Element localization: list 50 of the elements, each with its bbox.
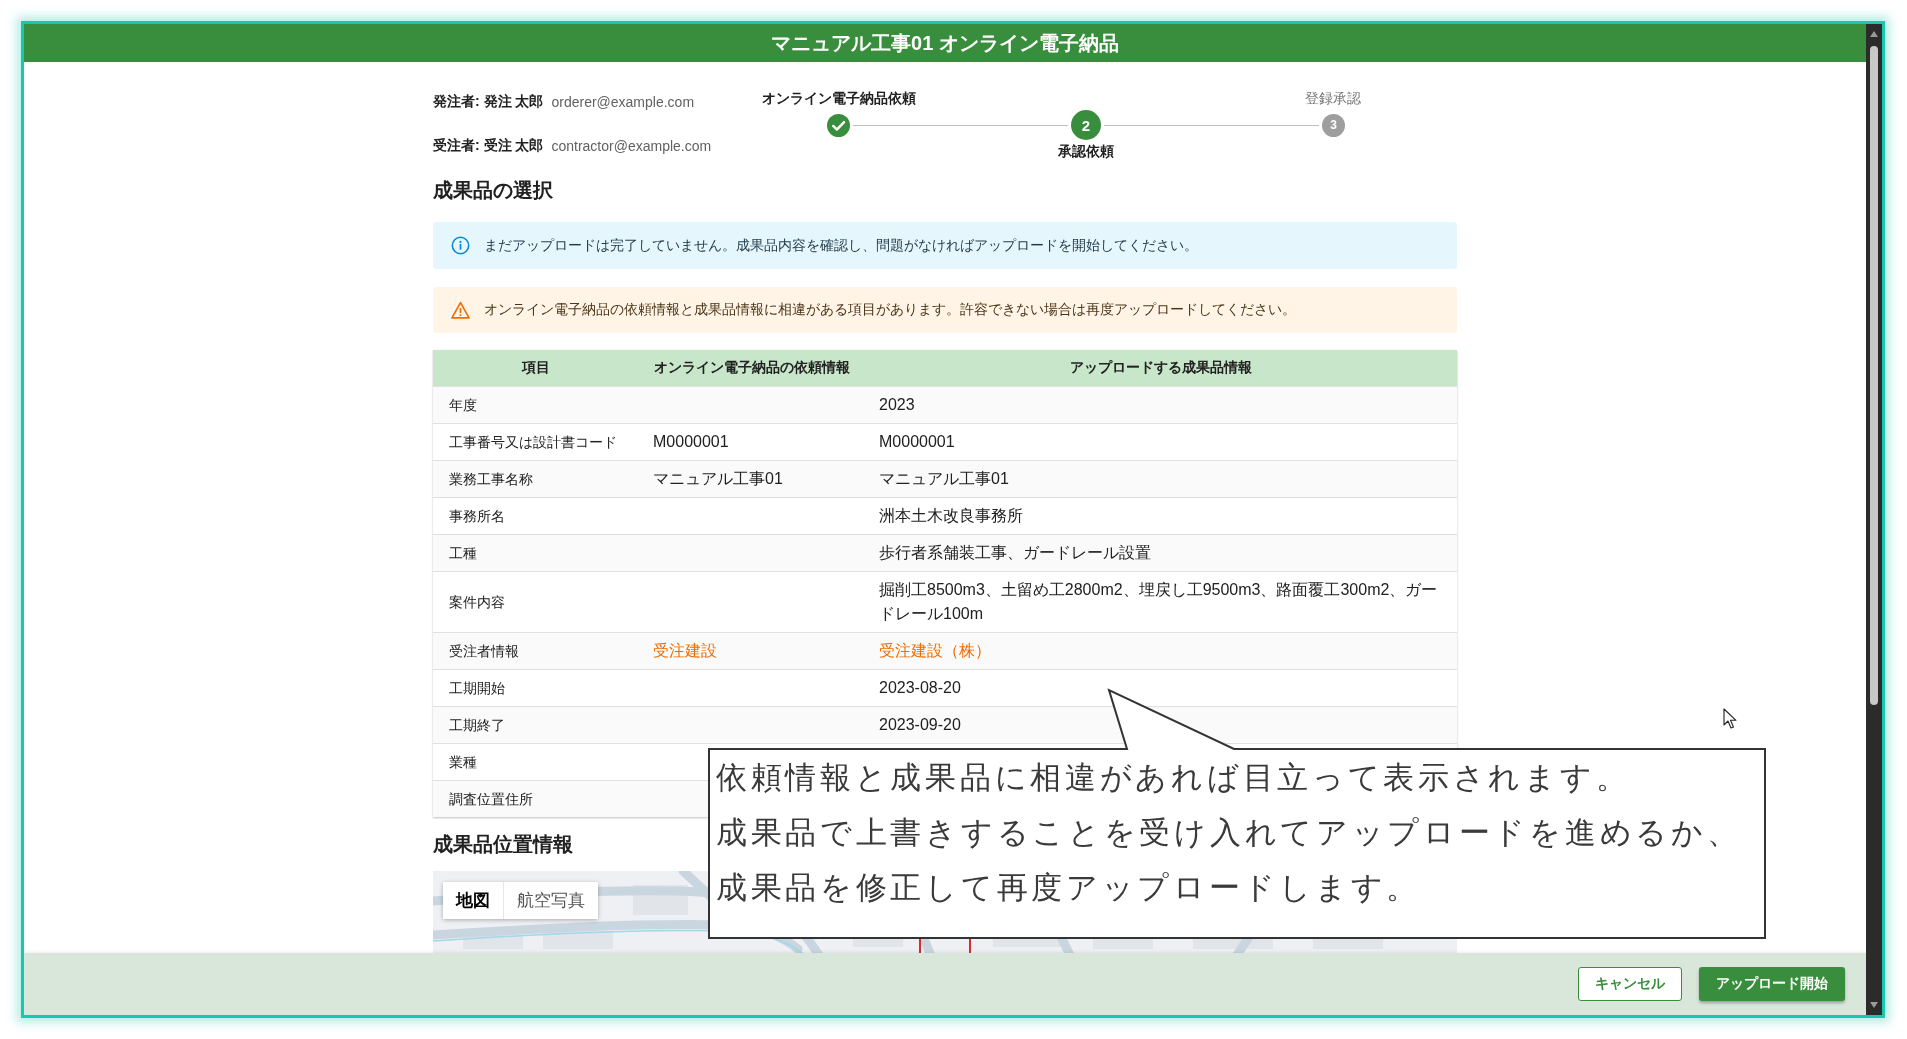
cancel-button[interactable]: キャンセル (1578, 967, 1682, 1001)
scrollbar-track[interactable] (1866, 24, 1882, 1015)
table-cell: 工種 (433, 534, 639, 572)
table-cell: 業種 (433, 743, 639, 781)
table-cell: 工期開始 (433, 669, 639, 707)
scroll-up-arrow-icon[interactable] (1870, 31, 1878, 37)
table-cell: 受注建設（株） (865, 632, 1457, 670)
table-cell: 調査位置住所 (433, 780, 639, 817)
table-cell: 年度 (433, 386, 639, 424)
table-cell: 歩行者系舗装工事、ガードレール設置 (865, 534, 1457, 572)
map-type-tab[interactable]: 航空写真 (503, 882, 598, 919)
step-label: オンライン電子納品依頼 (761, 90, 916, 106)
table-cell: 事務所名 (433, 497, 639, 535)
table-cell: 業務工事名称 (433, 460, 639, 498)
table-cell: M0000001 (865, 423, 1457, 461)
table-cell: M0000001 (639, 423, 865, 461)
upload-start-button[interactable]: アップロード開始 (1699, 967, 1845, 1001)
scrollbar-thumb[interactable] (1870, 46, 1878, 705)
column-header: オンライン電子納品の依頼情報 (639, 350, 865, 387)
callout-text: 依頼情報と成果品に相違があれば目立って表示されます。 成果品で上書きすることを受け入れてアップロードを進めるか、 成果品を修正して再度アップロードします。 (716, 760, 1742, 906)
table-cell: マニュアル工事01 (865, 460, 1457, 498)
party-name: 受注者: 受注 太郎 (433, 137, 544, 155)
alert-text: オンライン電子納品の依頼情報と成果品情報に相違がある項目があります。許容できない場合は再度アップロードしてください。 (484, 301, 1296, 319)
section-heading: 成果品位置情報 (433, 832, 573, 857)
table-cell: 工期終了 (433, 706, 639, 744)
table-cell: 受注者情報 (433, 632, 639, 670)
column-header: 項目 (433, 350, 639, 387)
table-cell: 洲本土木改良事務所 (865, 497, 1457, 535)
alert-text: まだアップロードは完了していません。成果品内容を確認し、問題がなければアップロードを開始してください。 (484, 236, 1198, 255)
step-label: 登録承認 (1305, 90, 1362, 106)
table-cell: 受注建設 (639, 632, 865, 670)
table-cell: 工事番号又は設計書コード (433, 423, 639, 461)
step-number: 3 (1322, 113, 1345, 137)
map-type-tab[interactable]: 地図 (443, 882, 503, 919)
warning-icon (451, 300, 470, 320)
scroll-down-arrow-icon[interactable] (1870, 1002, 1878, 1008)
window-title: マニュアル工事01 オンライン電子納品 (771, 30, 1119, 56)
column-header: アップロードする成果品情報 (865, 350, 1457, 387)
party-name: 発注者: 発注 太郎 (433, 93, 544, 111)
table-cell: 掘削工8500m3、土留め工2800m2、埋戻し工9500m3、路面覆工300m2、ガードレール100m (865, 571, 1457, 633)
section-heading: 成果品の選択 (433, 178, 553, 203)
table-cell: 2023 (865, 386, 1457, 424)
mouse-cursor-icon (1723, 708, 1737, 729)
party-email: orderer@example.com (551, 94, 695, 110)
table-cell: マニュアル工事01 (639, 460, 865, 498)
step-number: 2 (1071, 110, 1101, 140)
step-label: 承認依頼 (1058, 143, 1114, 159)
party-email: contractor@example.com (551, 138, 712, 154)
table-cell: 案件内容 (433, 571, 639, 633)
info-icon (451, 236, 470, 255)
